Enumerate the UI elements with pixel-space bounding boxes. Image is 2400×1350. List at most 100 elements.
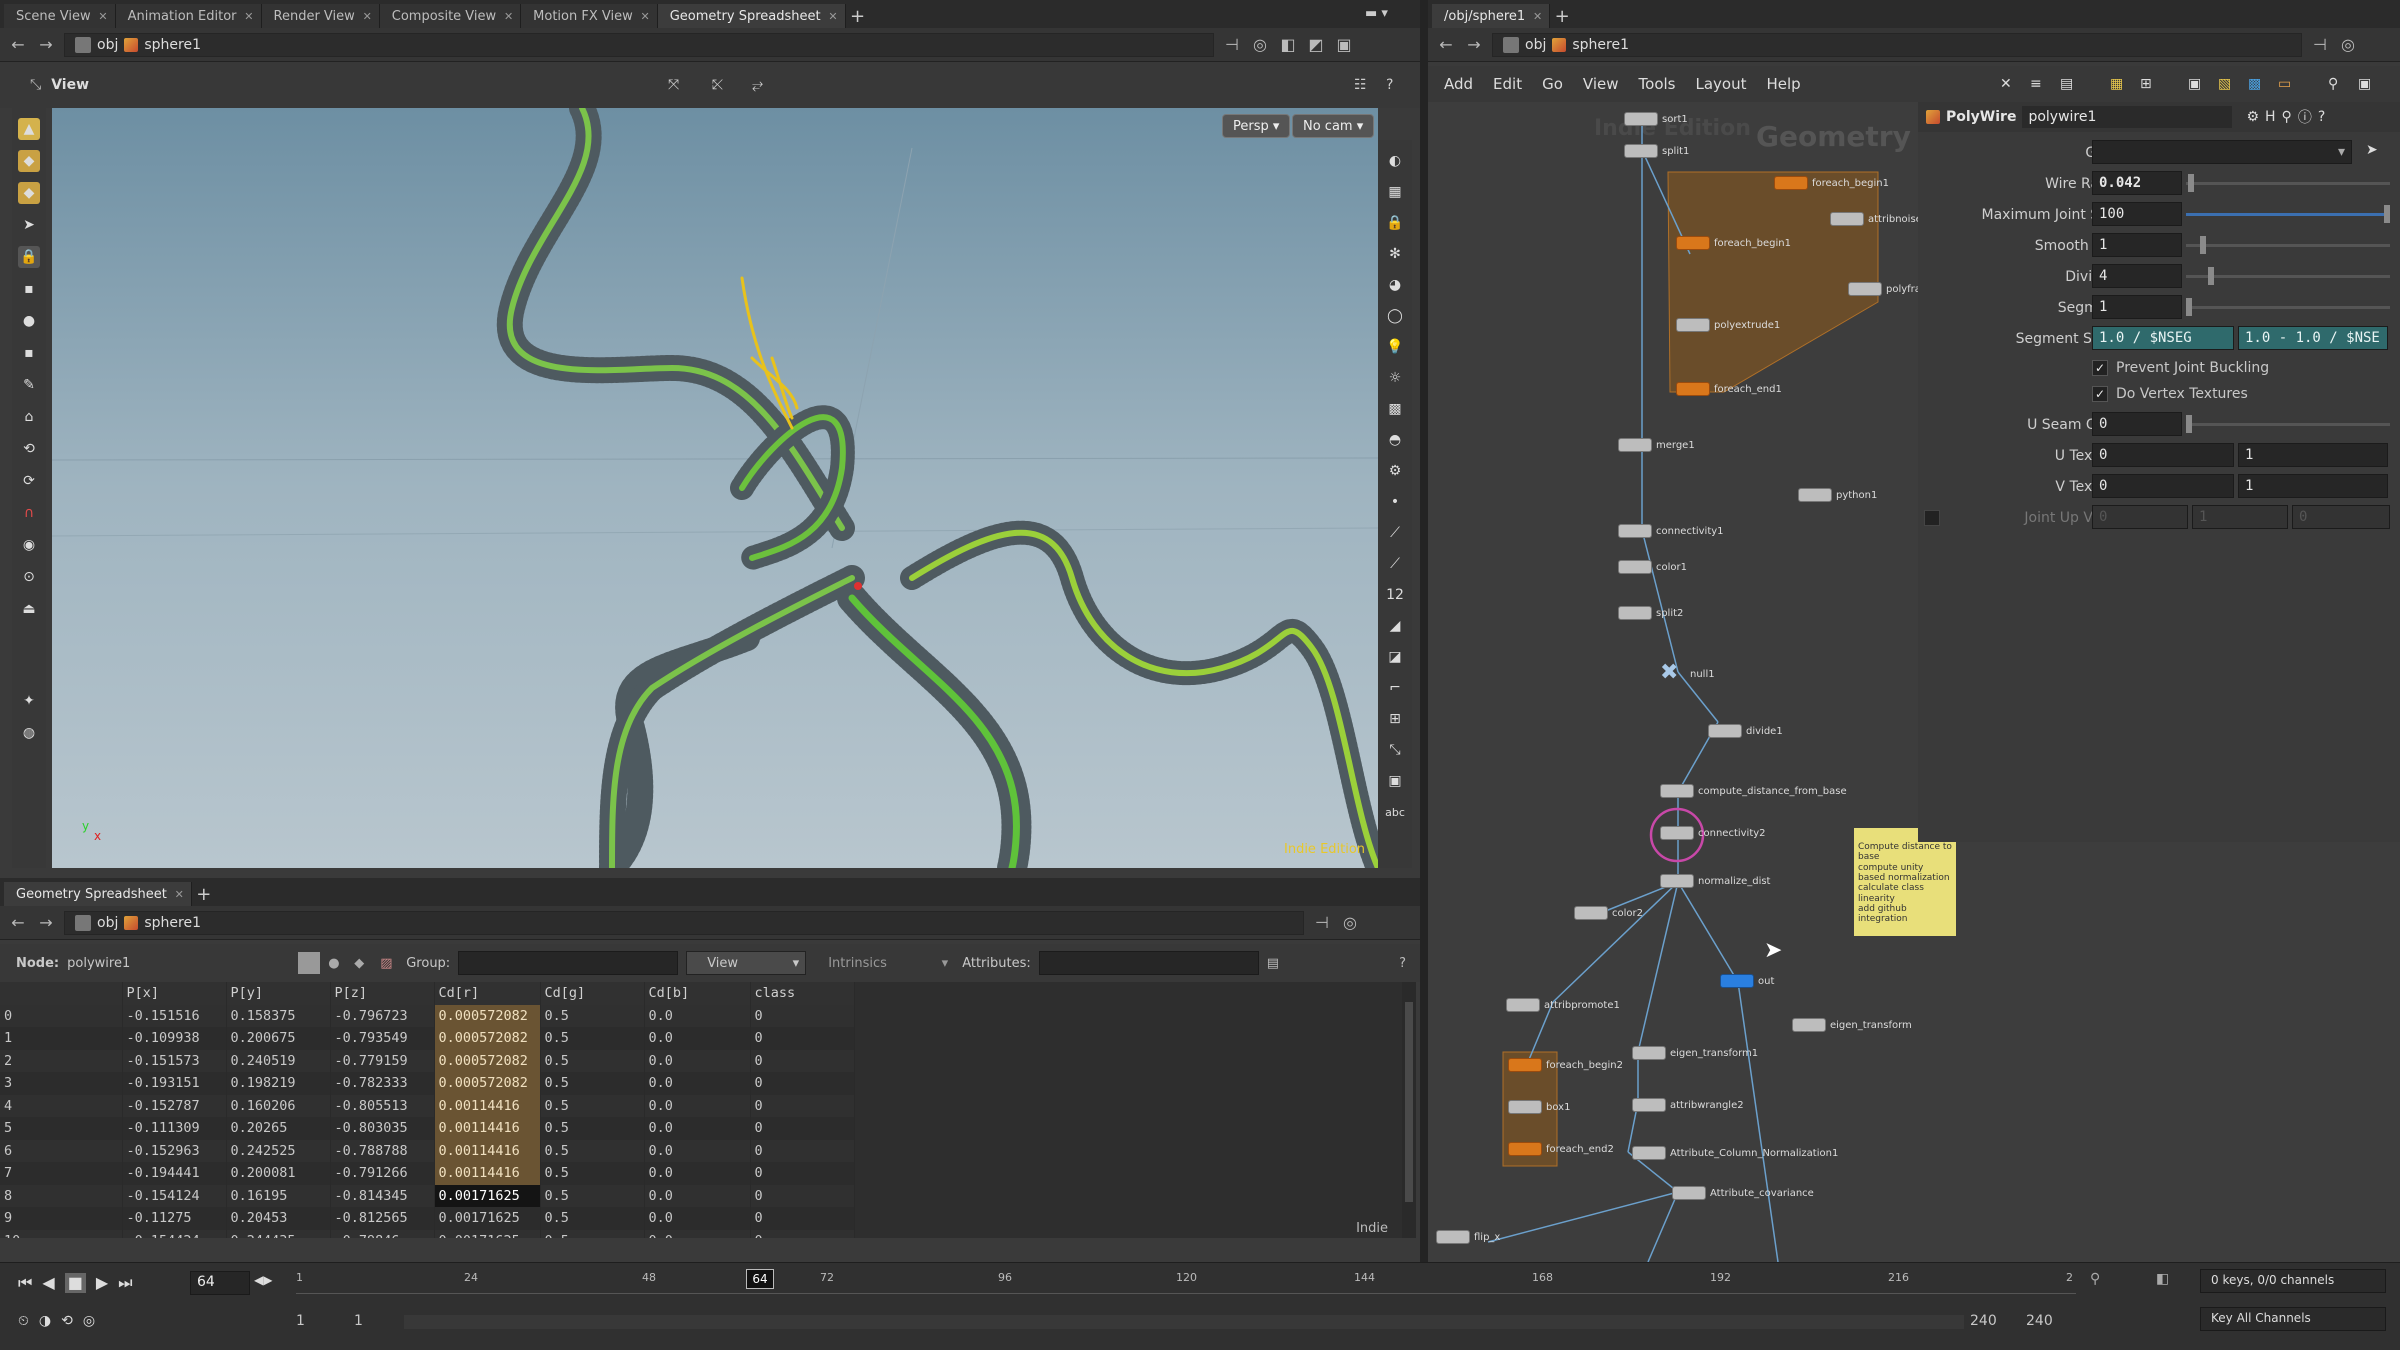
path-breadcrumb[interactable]: obj sphere1	[64, 32, 1214, 57]
search-icon[interactable]: ⚲	[2090, 1271, 2100, 1287]
divisions-slider[interactable]	[2186, 275, 2390, 278]
node-color1[interactable]: color1	[1618, 560, 1687, 574]
pose-icon[interactable]: ●	[18, 310, 40, 332]
table-scrollbar[interactable]	[1402, 982, 1416, 1238]
node-out[interactable]: out	[1720, 974, 1774, 988]
table-row[interactable]: 10-0.1544240.244435-0.798460.001716250.5…	[0, 1229, 855, 1238]
back-icon[interactable]: ←	[1436, 35, 1456, 55]
table-row[interactable]: 3 -0.193151 0.198219 -0.782333 0.000572082 0.…	[0, 1072, 855, 1095]
max-joint-scale-slider[interactable]	[2186, 213, 2390, 216]
group-field[interactable]	[458, 951, 679, 975]
realtime-icon[interactable]: ⏲	[18, 1313, 29, 1329]
node-attribute-covariance[interactable]: Attribute_covariance	[1672, 1186, 1814, 1200]
pane-splitter[interactable]	[1420, 0, 1428, 1262]
u-seam-offset-field[interactable]: 0	[2092, 412, 2182, 436]
jump-start-icon[interactable]: ⏮	[18, 1273, 32, 1293]
image-icon[interactable]: ▣	[2188, 76, 2201, 92]
snap-icon[interactable]: ⟲	[18, 438, 40, 460]
play-icon[interactable]: ▶	[96, 1273, 108, 1293]
menu-add[interactable]: Add	[1434, 75, 1483, 93]
segments-knob[interactable]	[2186, 298, 2192, 316]
column-header[interactable]: P[y]	[226, 982, 331, 1005]
note-icon[interactable]: ▧	[2218, 76, 2231, 92]
node-compute-distance[interactable]: compute_distance_from_base	[1660, 784, 1847, 798]
snap-icon[interactable]: ⤧	[668, 77, 679, 93]
segments-field[interactable]: 1	[2092, 295, 2182, 319]
divisions-field[interactable]: 4	[2092, 264, 2182, 288]
play-reverse-icon[interactable]: ◀	[42, 1273, 54, 1293]
flipbook-icon[interactable]: ⏏	[18, 598, 40, 620]
menu-edit[interactable]: Edit	[1483, 75, 1532, 93]
attributes-menu-icon[interactable]: ▤	[1267, 956, 1279, 971]
menu-layout[interactable]: Layout	[1685, 75, 1756, 93]
smooth-point-slider[interactable]	[2186, 244, 2390, 247]
handle-icon[interactable]: ▪	[18, 342, 40, 364]
column-header[interactable]	[0, 982, 123, 1005]
node-sort1[interactable]: sort1	[1624, 112, 1688, 126]
pointer-icon[interactable]: ➤	[18, 214, 40, 236]
link-icon[interactable]: ◎	[1340, 913, 1360, 933]
timeline-ruler[interactable]: 1 24 48 72 96 120 144 168 192 216 2 64	[296, 1269, 2076, 1303]
sync-icon[interactable]: ◎	[83, 1313, 95, 1329]
tools-icon[interactable]: ✕	[2000, 76, 2012, 92]
normal-icon[interactable]: ⟋	[1384, 553, 1406, 575]
tab-render-view[interactable]: Render View ✕	[261, 4, 380, 28]
shading-icon[interactable]: ◕	[1384, 274, 1406, 296]
tree-icon[interactable]: ⊞	[2140, 76, 2152, 92]
node-eigen-transform1[interactable]: eigen_transform1	[1632, 1046, 1758, 1060]
pin-icon[interactable]: ⊣	[1222, 35, 1242, 55]
select-arrow-icon[interactable]: ➤	[2366, 142, 2378, 158]
3d-viewport[interactable]: y x Persp ▾ No cam ▾ Indie Edition	[52, 108, 1378, 868]
close-icon[interactable]: ✕	[641, 10, 650, 23]
tool-icon[interactable]: ⚙	[1384, 460, 1406, 482]
tab-scene-view[interactable]: Scene View ✕	[4, 4, 116, 28]
close-icon[interactable]: ✕	[98, 10, 107, 23]
forward-icon[interactable]: →	[36, 35, 56, 55]
ghost-icon[interactable]: ✻	[1384, 243, 1406, 265]
u-textures-field-1[interactable]: 0	[2092, 443, 2234, 467]
close-icon[interactable]: ✕	[504, 10, 513, 23]
node-attribwrangle2[interactable]: attribwrangle2	[1632, 1098, 1744, 1112]
visualizer-icon[interactable]: ◓	[1384, 429, 1406, 451]
node-foreach-end1[interactable]: foreach_end1	[1676, 382, 1782, 396]
wire-radius-knob[interactable]	[2188, 174, 2194, 192]
close-icon[interactable]: ✕	[1533, 10, 1542, 23]
help-icon[interactable]: ?	[1399, 956, 1406, 971]
table-row[interactable]: 6 -0.152963 0.242525 -0.788788 0.00114416 0.5…	[0, 1139, 855, 1162]
frame-icon[interactable]: ⌐	[1384, 677, 1406, 699]
scale-icon[interactable]: ▪	[18, 278, 40, 300]
path-root[interactable]: obj	[97, 915, 118, 931]
smooth-point-knob[interactable]	[2200, 236, 2206, 254]
table-row[interactable]: 8 -0.154124 0.16195 -0.814345 0.00171625 0.5 0…	[0, 1184, 855, 1207]
grid-icon[interactable]: ▦	[1384, 181, 1406, 203]
u-seam-offset-knob[interactable]	[2186, 415, 2192, 433]
table-icon[interactable]: ▤	[2060, 76, 2073, 92]
jump-end-icon[interactable]: ⏭	[118, 1273, 132, 1293]
path-breadcrumb[interactable]: obj sphere1	[1492, 32, 2302, 57]
column-header[interactable]: Cd[b]	[644, 982, 751, 1005]
node-box1[interactable]: box1	[1508, 1100, 1570, 1114]
camera-icon[interactable]: ▩	[1384, 398, 1406, 420]
node-connectivity1[interactable]: connectivity1	[1618, 524, 1724, 538]
close-icon[interactable]: ✕	[175, 888, 184, 901]
camera-tool-icon[interactable]: ⊙	[18, 566, 40, 588]
close-icon[interactable]: ✕	[828, 10, 837, 23]
pin-icon[interactable]: ⊣	[2310, 35, 2330, 55]
max-joint-scale-field[interactable]: 100	[2092, 202, 2182, 226]
sticky-note[interactable]: Compute distance to base compute unity b…	[1854, 828, 1956, 936]
max-joint-scale-knob[interactable]	[2384, 205, 2390, 223]
scene-icon[interactable]: ◍	[18, 722, 40, 744]
scrollbar-thumb[interactable]	[1405, 1002, 1413, 1202]
path-root[interactable]: obj	[97, 37, 118, 53]
keys-channels-dropdown[interactable]: 0 keys, 0/0 channels	[2200, 1269, 2386, 1293]
camera-mode-button[interactable]: Persp ▾	[1222, 114, 1291, 138]
u-textures-field-2[interactable]: 1	[2238, 443, 2388, 467]
vertices-icon[interactable]: ●	[328, 956, 346, 971]
column-header[interactable]: class	[750, 982, 855, 1005]
do-vertex-textures-checkbox[interactable]: ✓	[2092, 386, 2108, 402]
primitives-icon[interactable]: ◆	[354, 956, 372, 971]
view-tool-icon[interactable]: ◉	[18, 534, 40, 556]
lock-icon[interactable]: 🔒	[18, 246, 40, 268]
path-node[interactable]: sphere1	[144, 37, 201, 53]
table-row[interactable]: 5 -0.111309 0.20265 -0.803035 0.00114416 0.5 0…	[0, 1117, 855, 1140]
